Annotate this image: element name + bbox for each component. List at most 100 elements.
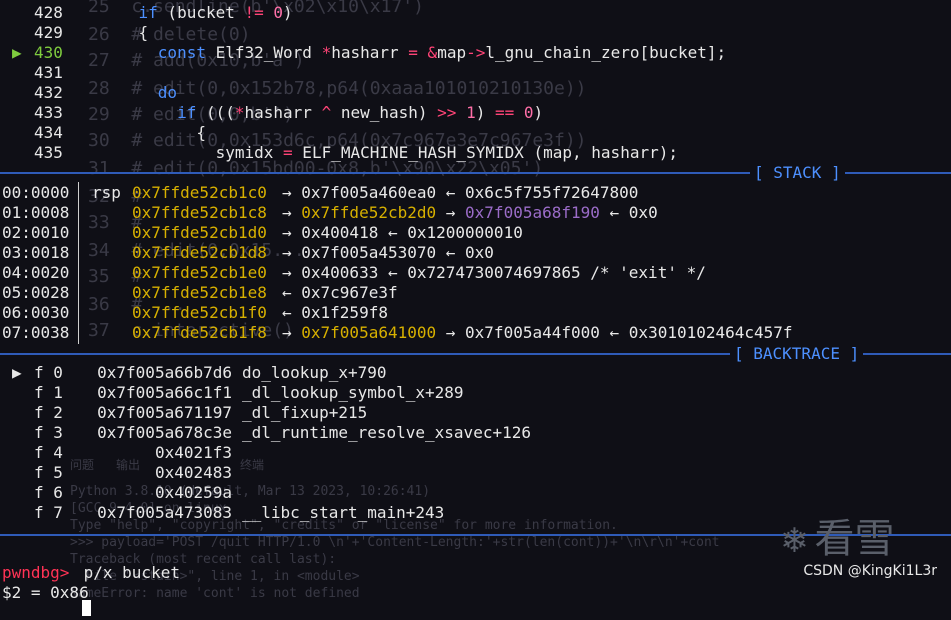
stack-address: 0x7ffde52cb1c8 (132, 203, 267, 222)
frame-address: 0x40259a (154, 483, 232, 502)
source-code: if (((*hasharr ^ new_hash) >> 1) == 0) (100, 103, 543, 123)
code-token: symidx (100, 143, 284, 162)
deref-token: 0x3010102464c457f (628, 323, 793, 342)
code-token: 0 (523, 103, 534, 122)
frame-address: 0x402483 (154, 463, 232, 482)
deref-token: → (282, 223, 302, 242)
frame-address: 0x7f005a671197 (97, 403, 232, 422)
code-token: if (138, 3, 158, 22)
frame-number: f 2 (34, 403, 63, 422)
code-token: do (157, 83, 178, 102)
deref-token: 0x7f005a68f190 (465, 203, 600, 222)
deref-token: → (282, 203, 302, 222)
code-token: { (100, 123, 206, 142)
stack-deref-chain: ← 0x7c967e3f (282, 283, 398, 303)
code-token: == (494, 103, 515, 122)
line-number: 431 (34, 63, 63, 82)
frame-address: 0x7f005a66c1f1 (97, 383, 232, 402)
line-number: 433 (34, 103, 63, 122)
deref-token: 0x1f259f8 (301, 303, 388, 322)
stack-offset: 02:0010 (2, 223, 70, 242)
code-token: = (408, 43, 418, 62)
frame-symbol: _dl_lookup_symbol_x+289 (242, 383, 464, 402)
code-token: (bucket (157, 3, 245, 22)
frame-number: f 6 (34, 483, 63, 502)
code-token: { (100, 23, 149, 42)
stack-address: 0x7ffde52cb1e0 (132, 263, 267, 282)
code-token: != (244, 3, 264, 22)
frame-symbol: __libc_start_main+243 (242, 503, 445, 522)
code-token: * (234, 103, 245, 122)
source-code: const Elf32_Word *hasharr = &map->l_gnu_… (100, 43, 726, 63)
frame-number: f 1 (34, 383, 63, 402)
code-token: ) (533, 103, 544, 122)
deref-token: → (436, 203, 466, 222)
deref-token: 0x7274730074697865 /* 'exit' */ (407, 263, 706, 282)
ghost-line: >>> payload='POST /quit HTTP/1.0 \n'+'Co… (70, 535, 720, 550)
stack-offset: 05:0028 (2, 283, 70, 302)
deref-token: 0x6c5f755f72647800 (465, 183, 639, 202)
text-cursor (82, 600, 91, 616)
deref-token: 0x400418 (301, 223, 379, 242)
terminal-command: p/x bucket (74, 563, 180, 582)
line-number: 435 (34, 143, 63, 162)
line-number: 428 (34, 3, 63, 22)
ghost-tab: 终端 (240, 458, 265, 472)
stack-deref-chain: → 0x7ffde52cb2d0 → 0x7f005a68f190 ← 0x0 (282, 203, 658, 223)
deref-token: → (282, 263, 302, 282)
deref-token: ← (599, 203, 629, 222)
code-token: * (321, 43, 332, 62)
deref-token: → (436, 323, 466, 342)
stack-address: 0x7ffde52cb1d0 (132, 223, 267, 242)
code-token: ((( (196, 103, 235, 122)
ghost-tab: 问题 (70, 458, 95, 472)
stack-register: rsp (92, 183, 121, 202)
stack-deref-chain: ← 0x1f259f8 (282, 303, 388, 323)
code-token: & (427, 43, 438, 62)
deref-token: 0x7f005a44f000 (465, 323, 600, 342)
ghost-line: NameError: name 'cont' is not defined (70, 586, 360, 601)
code-token: -> (466, 43, 486, 62)
stack-deref-chain: → 0x7f005a641000 → 0x7f005a44f000 ← 0x30… (282, 323, 793, 343)
frame-address: 0x4021f3 (154, 443, 232, 462)
code-token: 0 (273, 3, 284, 22)
deref-token: 0x0 (465, 243, 494, 262)
code-token: ELF_MACHINE_HASH_SYMIDX (map, hasharr); (292, 143, 678, 162)
stack-deref-chain: → 0x400633 ← 0x7274730074697865 /* 'exit… (282, 263, 706, 283)
frame-number: f 7 (34, 503, 63, 522)
line-number: 429 (34, 23, 63, 42)
code-token: ) (475, 103, 495, 122)
backtrace-title: [ BACKTRACE ] (730, 344, 864, 364)
stack-title: [ STACK ] (750, 163, 845, 183)
code-token: 1 (466, 103, 476, 122)
frame-number: f 3 (34, 423, 63, 442)
line-number: 432 (34, 83, 63, 102)
terminal-input-line[interactable] (0, 580, 91, 616)
code-token: if (177, 103, 197, 122)
current-frame-icon: ▶ (12, 363, 22, 382)
stack-index-divider (78, 182, 79, 344)
stack-offset: 03:0018 (2, 243, 70, 262)
frame-address: 0x7f005a678c3e (97, 423, 232, 442)
code-token: >> (437, 103, 457, 122)
deref-token: 0x7c967e3f (301, 283, 398, 302)
stack-offset: 07:0038 (2, 323, 70, 342)
frame-number: f 4 (34, 443, 63, 462)
deref-token: ← (282, 303, 302, 322)
stack-offset: 04:0020 (2, 263, 70, 282)
source-code: { (100, 23, 149, 43)
stack-offset: 00:0000 (2, 183, 70, 202)
frame-symbol: _dl_runtime_resolve_xsavec+126 (242, 423, 531, 442)
snowflake-icon: ❄ (780, 521, 809, 561)
deref-token: → (282, 243, 302, 262)
terminal-command-line[interactable]: pwndbg> p/x bucket (0, 543, 180, 582)
deref-token: 0x7f005a641000 (301, 323, 437, 342)
frame-symbol: do_lookup_x+790 (242, 363, 387, 382)
deref-token: ← (436, 183, 466, 202)
